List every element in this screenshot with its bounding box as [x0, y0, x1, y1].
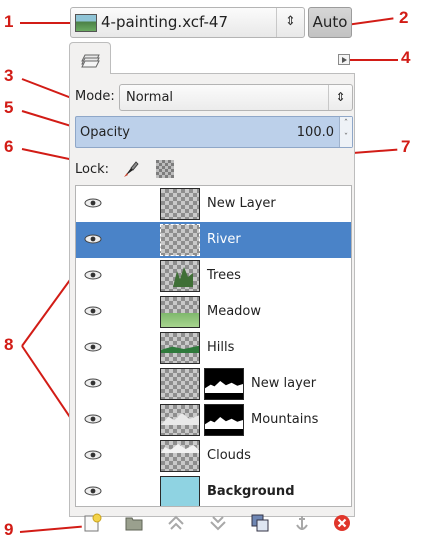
layer-thumbnail [160, 404, 200, 436]
lock-pixels-icon[interactable] [122, 159, 140, 179]
layer-thumbnail [160, 296, 200, 328]
callout-5: 5 [4, 98, 14, 117]
opacity-slider[interactable]: Opacity 100.0 ˆˇ [75, 116, 353, 148]
image-name: 4-painting.xcf-47 [101, 13, 229, 31]
mode-arrows-icon: ⇕ [328, 85, 352, 110]
tab-menu-icon[interactable] [338, 54, 350, 65]
mode-label: Mode: [75, 89, 115, 104]
layer-name[interactable]: New layer [251, 376, 316, 391]
duplicate-layer-icon[interactable] [250, 513, 270, 533]
eye-icon[interactable] [84, 306, 102, 316]
eye-icon[interactable] [84, 414, 102, 424]
layer-row-mountains[interactable]: Mountains [76, 402, 351, 438]
layer-row-background[interactable]: Background [76, 474, 351, 506]
eye-icon[interactable] [84, 378, 102, 388]
layer-thumbnail [160, 440, 200, 472]
layer-thumbnail [160, 188, 200, 220]
callout-7: 7 [401, 137, 411, 156]
callout-2: 2 [399, 8, 409, 27]
callout-1: 1 [4, 12, 14, 31]
callout-6: 6 [4, 137, 14, 156]
new-layer-icon[interactable] [82, 513, 102, 533]
mode-select[interactable]: Normal ⇕ [119, 84, 353, 111]
layer-name[interactable]: Trees [207, 268, 241, 283]
eye-icon[interactable] [84, 234, 102, 244]
mode-value: Normal [126, 90, 174, 105]
lower-layer-icon[interactable] [208, 513, 228, 533]
layer-name[interactable]: Meadow [207, 304, 261, 319]
opacity-value: 100.0 [296, 125, 334, 140]
callout-9: 9 [4, 520, 14, 539]
layer-buttons-bar [70, 508, 354, 538]
layer-thumbnail [160, 260, 200, 292]
image-thumbnail [75, 14, 97, 32]
layers-dialog-screenshot: 1 2 3 4 5 6 7 8 9 4-painting.xcf-47 ⇕ Au… [0, 0, 423, 544]
eye-icon[interactable] [84, 270, 102, 280]
layer-name[interactable]: Clouds [207, 448, 251, 463]
eye-icon[interactable] [84, 450, 102, 460]
layer-name[interactable]: River [207, 232, 241, 247]
layer-name[interactable]: Hills [207, 340, 234, 355]
layer-row-new-layer[interactable]: New Layer [76, 186, 351, 222]
layer-thumbnail [160, 476, 200, 506]
layer-thumbnail [160, 224, 200, 256]
callout-line-1 [20, 22, 72, 24]
image-menu-arrows-icon[interactable]: ⇕ [276, 8, 304, 37]
image-menu[interactable]: 4-painting.xcf-47 ⇕ [70, 7, 305, 38]
layer-row-clouds[interactable]: Clouds [76, 438, 351, 474]
delete-layer-icon[interactable] [332, 513, 352, 533]
layer-name[interactable]: New Layer [207, 196, 276, 211]
eye-icon[interactable] [84, 198, 102, 208]
anchor-layer-icon[interactable] [292, 513, 312, 533]
opacity-label: Opacity [80, 125, 131, 140]
tab-layers[interactable] [69, 42, 111, 74]
eye-icon[interactable] [84, 486, 102, 496]
opacity-spin-icon[interactable]: ˆˇ [339, 117, 352, 147]
layer-row-new-layer-mask[interactable]: New layer [76, 366, 351, 402]
eye-icon[interactable] [84, 342, 102, 352]
layer-mask-thumbnail[interactable] [204, 368, 244, 400]
callout-3: 3 [4, 66, 14, 85]
new-layer-group-icon[interactable] [124, 513, 144, 533]
callout-line-4 [346, 59, 398, 61]
layer-row-river[interactable]: River [76, 222, 351, 258]
layer-name[interactable]: Mountains [251, 412, 318, 427]
callout-4: 4 [401, 48, 411, 67]
layer-thumbnail [160, 368, 200, 400]
auto-button[interactable]: Auto [308, 7, 352, 38]
layer-row-meadow[interactable]: Meadow [76, 294, 351, 330]
layer-list[interactable]: New Layer River Trees Meadow Hills New l… [75, 185, 352, 507]
layer-thumbnail [160, 332, 200, 364]
layer-row-trees[interactable]: Trees [76, 258, 351, 294]
layer-mask-thumbnail[interactable] [204, 404, 244, 436]
layers-tab-icon [81, 54, 100, 68]
raise-layer-icon[interactable] [166, 513, 186, 533]
layer-row-hills[interactable]: Hills [76, 330, 351, 366]
callout-8: 8 [4, 335, 14, 354]
layer-name[interactable]: Background [207, 484, 295, 499]
lock-label: Lock: [75, 162, 110, 177]
lock-alpha-icon[interactable] [156, 160, 174, 178]
